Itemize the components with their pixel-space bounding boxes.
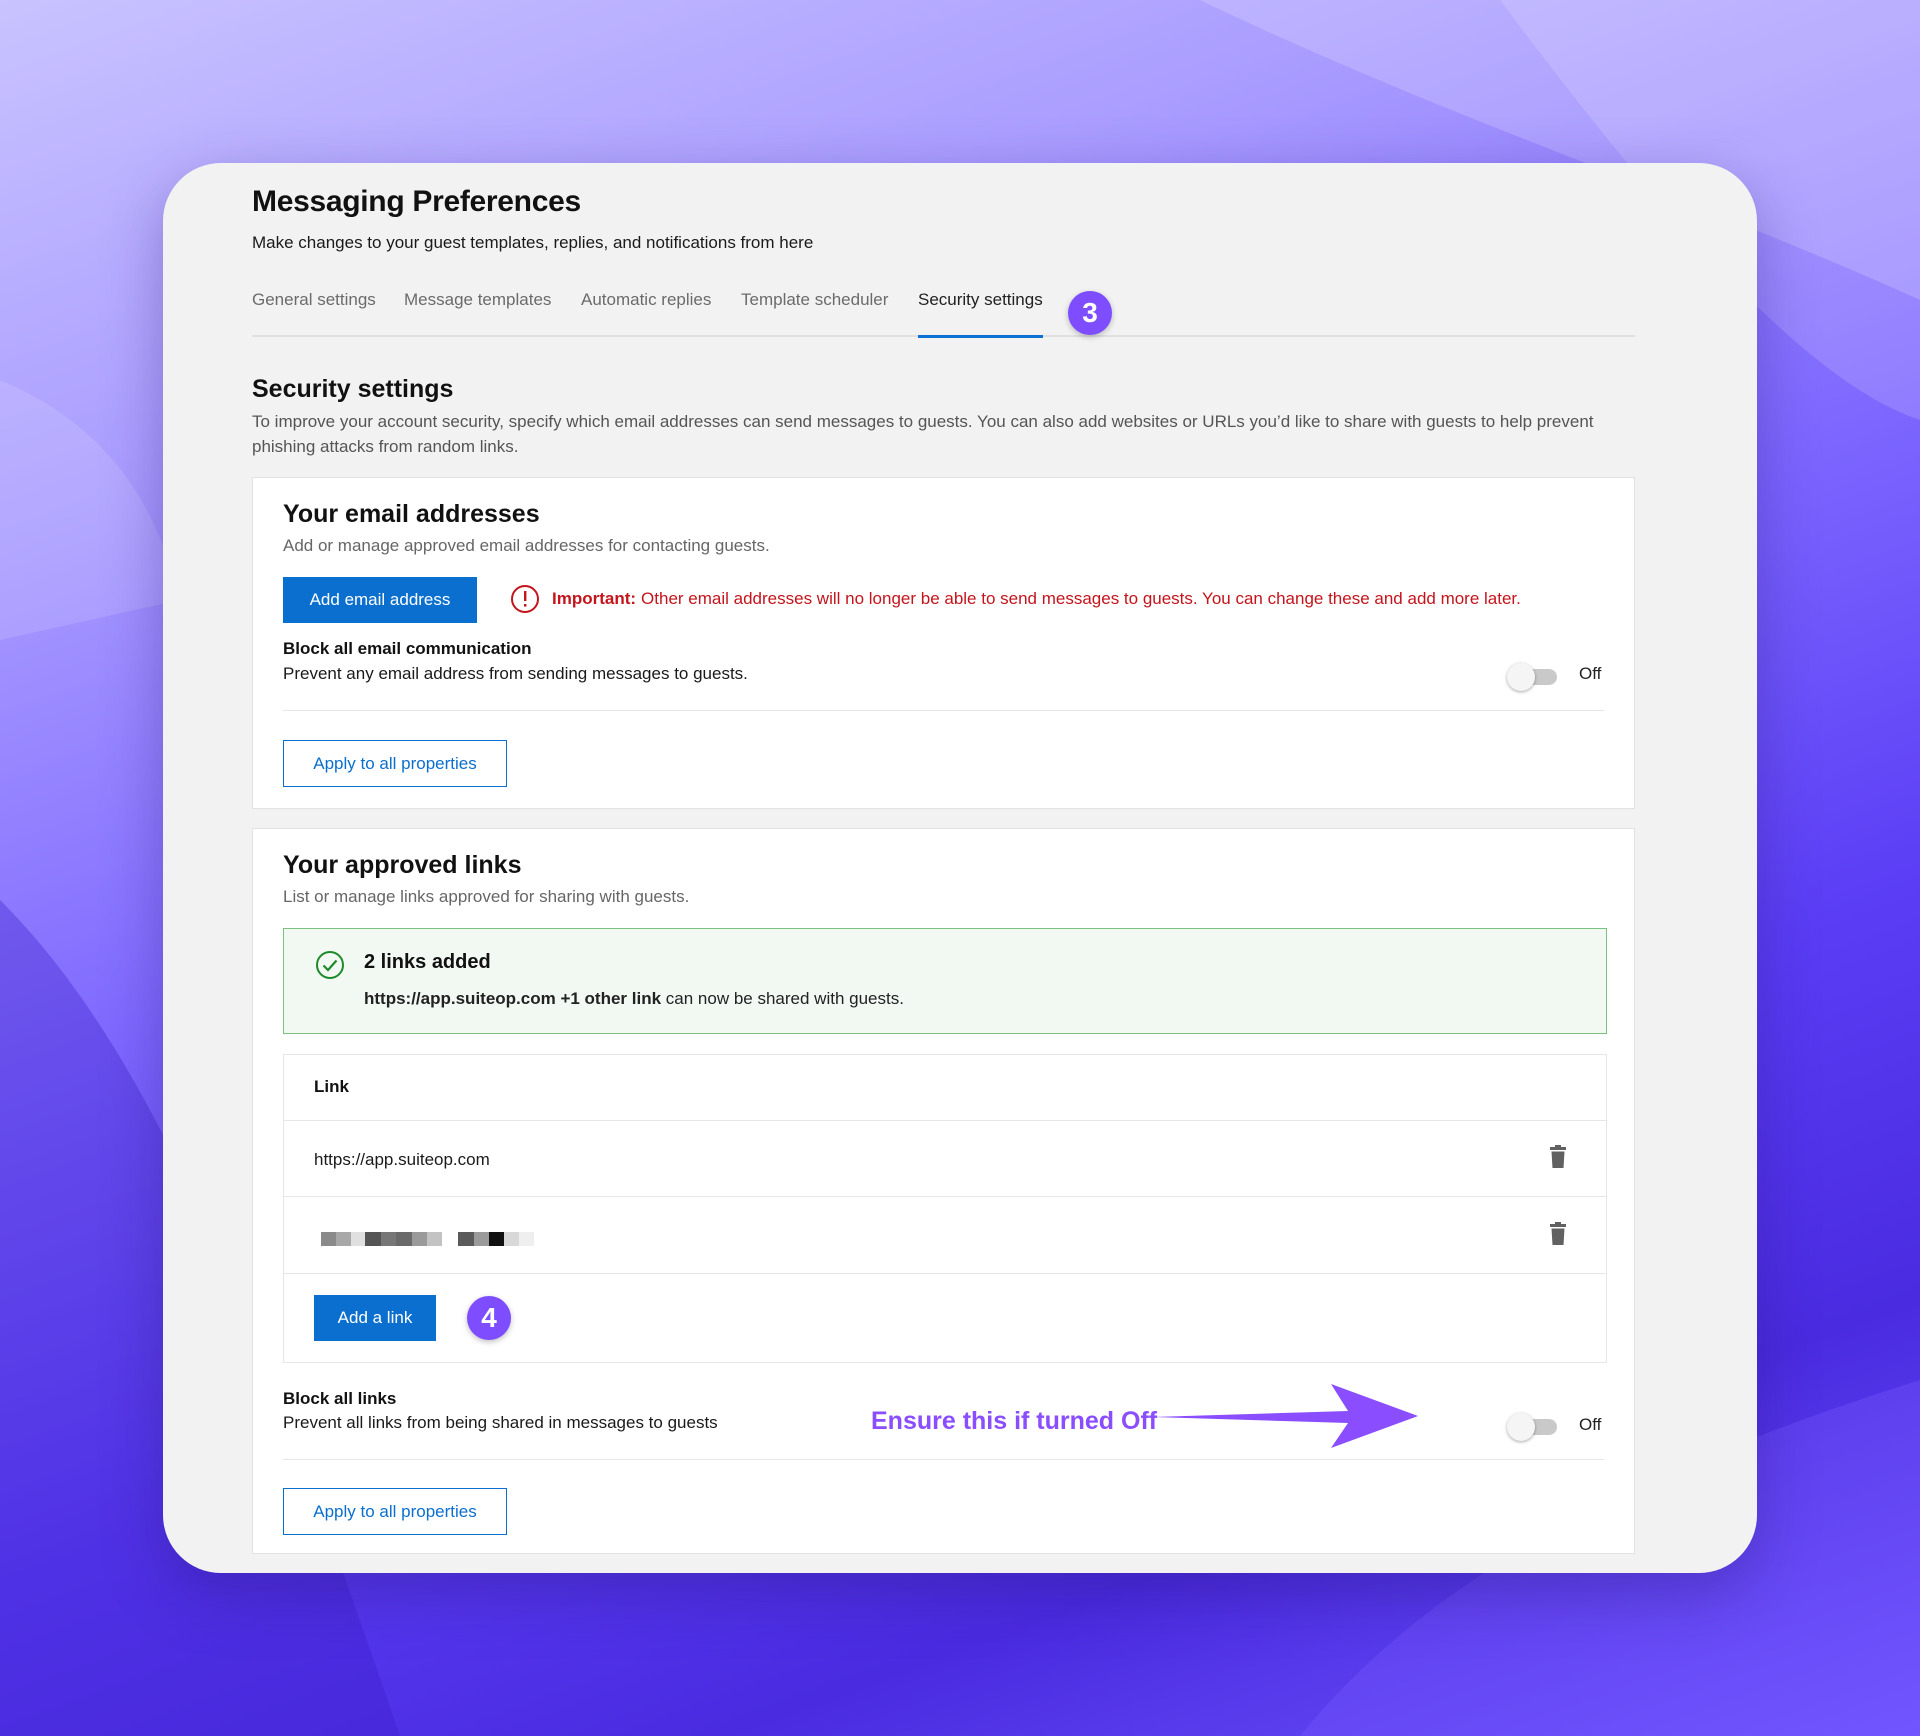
links-table: Link https://app.suiteop.com Add a link … [283,1054,1607,1363]
app-window: Messaging Preferences Make changes to yo… [163,163,1757,1573]
error-circle-icon [511,585,539,613]
add-email-address-button[interactable]: Add email address [283,577,477,623]
trash-icon[interactable] [1548,1222,1568,1246]
block-links-toggle[interactable] [1507,1413,1559,1441]
row-divider [284,1273,1606,1274]
success-title: 2 links added [364,951,491,973]
toggle-knob [1507,1413,1535,1441]
success-rest: can now be shared with guests. [665,989,904,1008]
block-email-description: Prevent any email address from sending m… [283,664,748,683]
block-email-toggle[interactable] [1507,663,1559,691]
section-title: Security settings [252,375,454,403]
tab-message-templates[interactable]: Message templates [404,287,551,335]
block-email-title: Block all email communication [283,639,532,658]
tab-security-settings[interactable]: Security settings [918,287,1043,338]
step-badge-4: 4 [467,1296,511,1340]
success-banner: 2 links added https://app.suiteop.com +1… [283,928,1607,1034]
block-links-title: Block all links [283,1389,397,1408]
success-strong: https://app.suiteop.com +1 other link [364,989,662,1008]
email-card-title: Your email addresses [283,500,540,528]
redacted-link [321,1232,534,1246]
tab-bar: General settings Message templates Autom… [252,287,1635,338]
alert-strong: Important: [552,589,637,608]
divider [283,710,1604,711]
email-addresses-card: Your email addresses Add or manage appro… [252,477,1635,809]
approved-links-card: Your approved links List or manage links… [252,828,1635,1554]
page-subtitle: Make changes to your guest templates, re… [252,233,814,252]
tab-automatic-replies[interactable]: Automatic replies [581,287,711,335]
row-divider [284,1120,1606,1121]
section-description: To improve your account security, specif… [252,412,1594,456]
add-link-button[interactable]: Add a link [314,1295,436,1341]
block-links-toggle-label: Off [1579,1415,1602,1434]
row-divider [284,1196,1606,1197]
block-links-description: Prevent all links from being shared in m… [283,1413,718,1432]
arrow-right-icon [1153,1384,1418,1448]
apply-email-all-properties-button[interactable]: Apply to all properties [283,740,507,787]
tab-template-scheduler[interactable]: Template scheduler [741,287,888,335]
links-card-title: Your approved links [283,851,522,879]
annotation-text: Ensure this if turned Off [871,1407,1158,1435]
apply-links-all-properties-button[interactable]: Apply to all properties [283,1488,507,1535]
trash-icon[interactable] [1548,1145,1568,1169]
tab-general-settings[interactable]: General settings [252,287,376,335]
links-card-description: List or manage links approved for sharin… [283,887,690,906]
email-card-description: Add or manage approved email addresses f… [283,536,770,555]
alert-text: Other email addresses will no longer be … [641,589,1521,608]
check-circle-icon [316,951,344,979]
important-alert: Important: Other email addresses will no… [510,584,1521,614]
step-badge-3: 3 [1068,291,1112,335]
links-table-header: Link [314,1077,349,1096]
success-message: https://app.suiteop.com +1 other link ca… [364,989,904,1009]
page-title: Messaging Preferences [252,185,581,218]
link-url: https://app.suiteop.com [314,1150,490,1169]
block-email-toggle-label: Off [1579,664,1602,683]
toggle-knob [1507,663,1535,691]
divider [283,1459,1604,1460]
